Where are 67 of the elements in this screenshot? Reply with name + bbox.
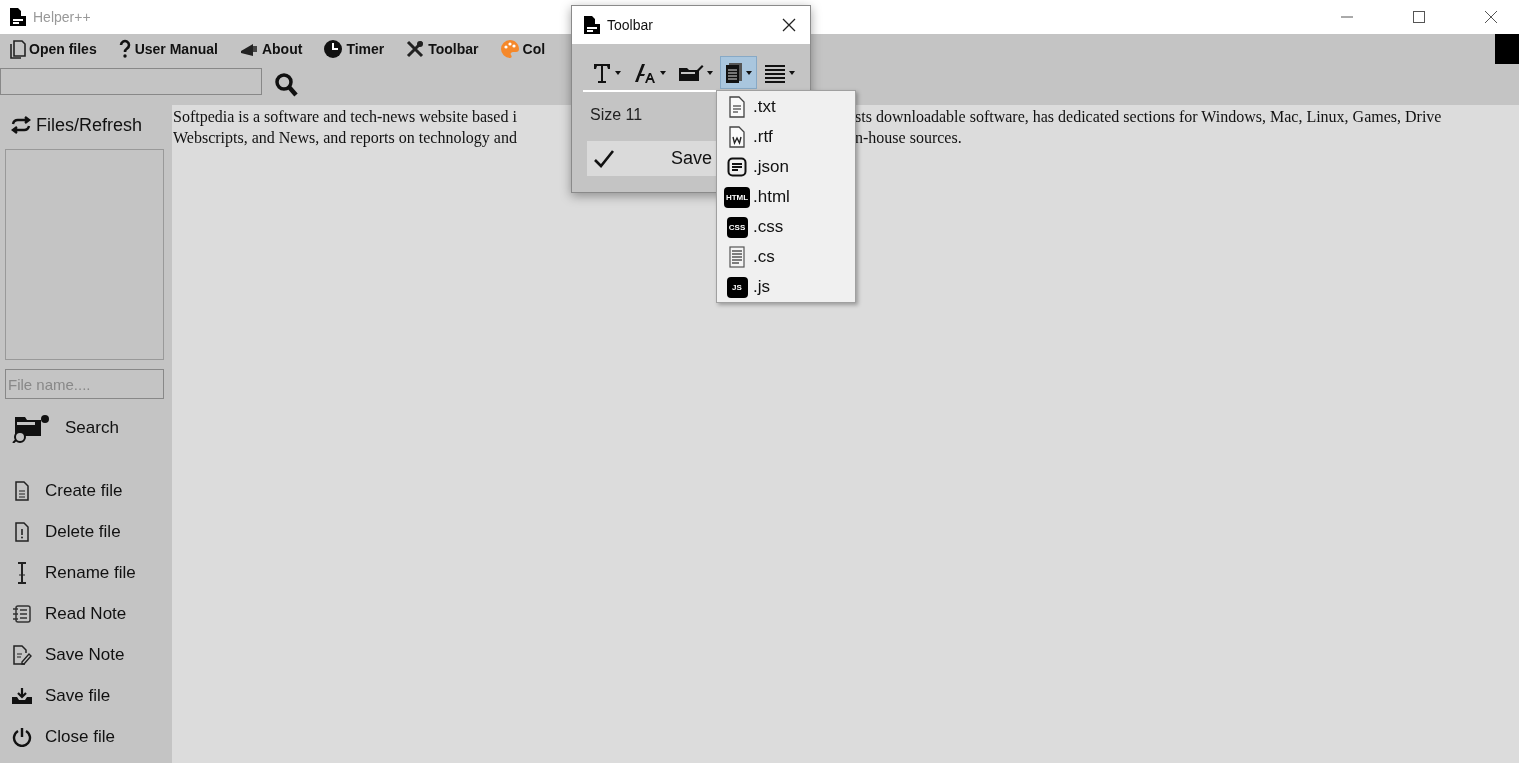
power-icon [11, 727, 33, 747]
sidebar-item[interactable]: Save Note [11, 643, 125, 667]
help-icon [117, 39, 132, 59]
document-icon [583, 15, 601, 35]
notebook-icon [11, 604, 33, 624]
folder-search-icon [11, 413, 51, 443]
text-line: Softpedia is a software and tech-news website based i [173, 107, 518, 127]
window-title: Helper++ [33, 9, 91, 25]
sidebar-item[interactable]: Delete file [11, 520, 121, 544]
tray-download-icon [11, 687, 33, 705]
menu-option[interactable]: CSS .css [717, 212, 855, 242]
checkmark-icon [593, 148, 615, 169]
refresh-icon [10, 116, 32, 134]
menu-option[interactable]: HTML .html [717, 182, 855, 212]
caret-icon [746, 70, 752, 75]
text-line: Webscripts, and News, and reports on technology and [173, 128, 518, 148]
menu-option[interactable]: .txt [717, 92, 855, 122]
text-icon [592, 61, 612, 84]
panel-edge [1495, 34, 1519, 64]
file-name-field[interactable]: File name.... [5, 369, 164, 399]
menu-item[interactable]: Open files [8, 39, 97, 59]
align-justify-icon [764, 62, 786, 83]
document-icon [728, 96, 746, 118]
document-icon [725, 61, 743, 84]
text-file-icon [729, 246, 745, 268]
menu-item[interactable]: About [238, 41, 303, 57]
menu-item[interactable]: Timer [323, 39, 385, 59]
text-line: n-house sources. [855, 128, 962, 148]
text-line: sts downloadable software, has dedicated sections for Windows, Mac, Linux, Games, Drive [855, 107, 1442, 127]
tools-icon [405, 39, 426, 59]
palette-icon [499, 39, 520, 59]
menu-option[interactable]: .cs [717, 242, 855, 272]
font-size-icon [633, 61, 657, 84]
maximize-icon[interactable] [1413, 11, 1425, 23]
refresh-button[interactable]: Files/Refresh [5, 113, 172, 137]
search-icon[interactable] [274, 71, 298, 98]
note-icon [727, 157, 747, 177]
document-icon [9, 7, 27, 27]
size-label: Size 11 [590, 106, 643, 123]
caret-icon [789, 70, 795, 75]
sidebar-item[interactable]: Close file [11, 725, 115, 749]
toolbar-dropdown-button[interactable] [720, 56, 757, 89]
sidebar-item[interactable]: Create file [11, 479, 123, 503]
word-document-icon [728, 126, 746, 148]
close-icon[interactable] [782, 18, 796, 32]
file-type-icon: CSS [726, 216, 748, 238]
menu-item[interactable]: Toolbar [405, 39, 479, 59]
menu-item[interactable]: Col [499, 39, 546, 59]
documents-icon [8, 39, 26, 59]
sidebar-item[interactable]: Rename file [11, 561, 136, 585]
menu-option[interactable]: JS .js [717, 272, 855, 302]
file-type-icon: HTML [723, 186, 751, 208]
window-title: Toolbar [607, 17, 654, 33]
clock-icon [323, 39, 344, 59]
search-field[interactable] [0, 68, 262, 95]
sidebar-item[interactable]: Read Note [11, 602, 127, 626]
document-edit-icon [11, 645, 33, 665]
megaphone-icon [238, 41, 259, 57]
menu-item[interactable]: User Manual [117, 39, 218, 59]
close-icon[interactable] [1485, 11, 1497, 23]
sidebar-item[interactable]: Save file [11, 684, 111, 708]
caret-icon [707, 70, 713, 75]
folder-edit-icon [678, 62, 704, 83]
caret-icon [660, 70, 666, 75]
caret-icon [615, 70, 621, 75]
file-type-icon: JS [726, 276, 748, 298]
search-button[interactable]: Search [5, 413, 119, 443]
